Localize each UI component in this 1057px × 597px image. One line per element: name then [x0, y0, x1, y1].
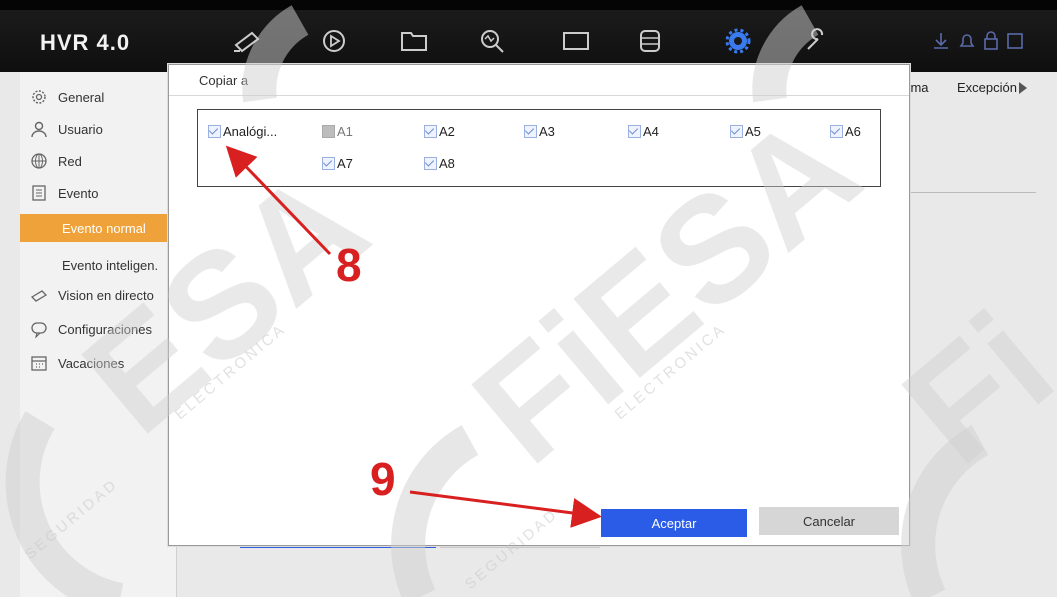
copy-to-dialog: Copiar a Analógi... A1 A2 A3 A4 A5 A6 A7…: [168, 64, 910, 546]
monitor-icon[interactable]: [556, 24, 596, 58]
checkbox-checked-icon: [424, 125, 437, 138]
camera-icon[interactable]: [228, 24, 268, 58]
sidebar-item-red[interactable]: Red: [20, 144, 176, 178]
checkbox-label: A3: [539, 124, 555, 139]
folder-icon[interactable]: [394, 24, 434, 58]
sidebar-item-label: Evento normal: [62, 220, 146, 236]
channel-checkbox-a5[interactable]: A5: [730, 124, 761, 139]
playback-icon[interactable]: [314, 24, 354, 58]
sidebar-item-evento-inteligente[interactable]: Evento inteligen.: [20, 248, 176, 282]
tab-label: Excepción: [957, 80, 1017, 95]
channel-checkbox-a7[interactable]: A7: [322, 156, 353, 171]
sidebar-item-general[interactable]: General: [20, 80, 176, 114]
checkbox-disabled-icon: [322, 125, 335, 138]
channel-checkbox-a8[interactable]: A8: [424, 156, 455, 171]
gear-icon: [28, 86, 50, 108]
sidebar-item-evento-normal[interactable]: Evento normal: [20, 214, 176, 242]
tab-excepcion[interactable]: Excepción: [957, 80, 1027, 95]
checkbox-checked-icon: [830, 125, 843, 138]
checkbox-label: A8: [439, 156, 455, 171]
sidebar-item-label: Vacaciones: [58, 355, 125, 371]
calendar-icon: [28, 352, 50, 374]
chat-icon: [28, 318, 50, 340]
checkbox-checked-icon: [208, 125, 221, 138]
divider: [896, 192, 1036, 193]
checkbox-checked-icon: [424, 157, 437, 170]
channel-checkbox-a3[interactable]: A3: [524, 124, 555, 139]
annotation-step-8: 8: [336, 239, 362, 291]
checkbox-checked-icon: [628, 125, 641, 138]
settings-sidebar: General Usuario Red Evento Evento normal…: [20, 72, 177, 597]
checkbox-label: A6: [845, 124, 861, 139]
sidebar-item-configuraciones[interactable]: Configuraciones: [20, 312, 176, 346]
accept-button[interactable]: Aceptar: [601, 509, 747, 537]
lock-icon[interactable]: [980, 24, 1002, 58]
sidebar-item-label: Usuario: [58, 121, 103, 137]
sidebar-item-label: Evento inteligen.: [62, 257, 159, 273]
globe-icon: [28, 150, 50, 172]
checkbox-checked-icon: [524, 125, 537, 138]
channel-checkbox-a1: A1: [322, 124, 353, 139]
channel-checkbox-a6[interactable]: A6: [830, 124, 861, 139]
document-icon: [28, 182, 50, 204]
brand-logo: HVR 4.0: [40, 30, 131, 55]
sidebar-item-usuario[interactable]: Usuario: [20, 112, 176, 146]
alarm-icon[interactable]: [956, 24, 978, 58]
chevron-right-icon: [1018, 81, 1027, 94]
cancel-button[interactable]: Cancelar: [759, 507, 899, 535]
download-icon[interactable]: [930, 24, 952, 58]
dialog-title: Copiar a: [199, 73, 249, 88]
sidebar-item-label: General: [58, 89, 105, 105]
checkbox-label: Analógi...: [223, 124, 278, 139]
wrench-icon[interactable]: [796, 24, 836, 58]
sidebar-item-evento[interactable]: Evento: [20, 176, 176, 210]
checkbox-label: A2: [439, 124, 455, 139]
sidebar-item-label: Configuraciones: [58, 321, 152, 337]
divider: [169, 95, 909, 96]
checkbox-checked-icon: [730, 125, 743, 138]
camera-icon: [28, 284, 50, 306]
settings-gear-icon[interactable]: [718, 24, 758, 58]
channel-checkbox-a4[interactable]: A4: [628, 124, 659, 139]
storage-icon[interactable]: [630, 24, 670, 58]
bezel-edge: [0, 0, 1057, 10]
channel-checkbox-a2[interactable]: A2: [424, 124, 455, 139]
checkbox-checked-icon: [322, 157, 335, 170]
channel-selection-box: Analógi... A1 A2 A3 A4 A5 A6 A7 A8: [197, 109, 881, 187]
sidebar-item-vision-en-directo[interactable]: Vision en directo: [20, 278, 176, 312]
annotation-step-9: 9: [370, 453, 396, 505]
dvr-screen: HVR 4.0 General Usuario Red Evento Event…: [0, 0, 1057, 597]
search-icon[interactable]: [472, 24, 512, 58]
analog-all-checkbox[interactable]: Analógi...: [208, 124, 277, 139]
sidebar-item-label: Evento: [58, 185, 99, 201]
checkbox-label: A4: [643, 124, 659, 139]
sidebar-item-label: Vision en directo: [58, 287, 154, 303]
sidebar-item-label: Red: [58, 153, 82, 169]
checkbox-label: A5: [745, 124, 761, 139]
top-navigation-bar: HVR 4.0: [0, 0, 1057, 72]
checkbox-label: A1: [337, 124, 353, 139]
checkbox-label: A7: [337, 156, 353, 171]
account-icon[interactable]: [1004, 24, 1026, 58]
user-icon: [28, 118, 50, 140]
sidebar-item-vacaciones[interactable]: Vacaciones: [20, 346, 176, 380]
